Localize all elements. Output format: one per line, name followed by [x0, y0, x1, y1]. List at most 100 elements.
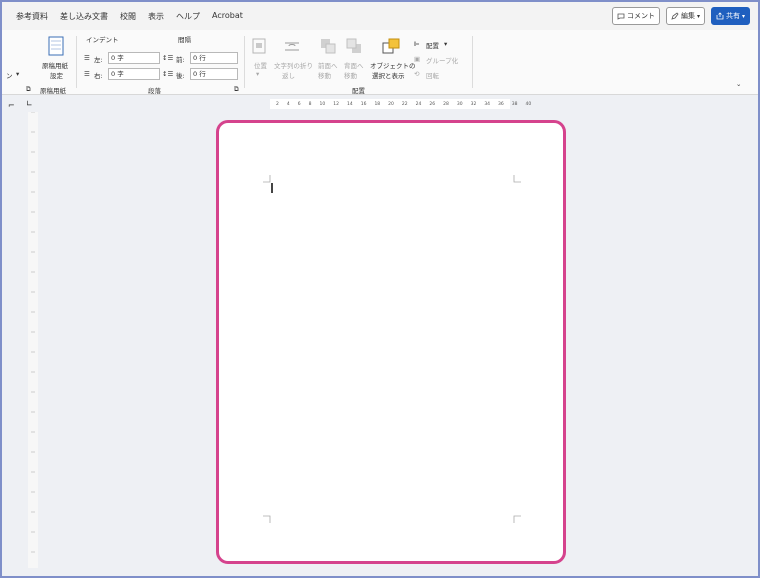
wrap-text-label-line1: 文字列の折り [274, 62, 313, 70]
ruler-tick: 20 [388, 101, 394, 107]
selection-pane-label-line2: 選択と表示 [372, 72, 405, 80]
indent-right-label: 右: [94, 72, 103, 80]
send-backward-icon [346, 38, 361, 53]
align-icon: ⊫ [414, 40, 420, 48]
tab-view[interactable]: 表示 [148, 11, 164, 22]
wrap-text-label-line2: 返し [282, 72, 295, 80]
group-icon: ▣ [414, 55, 421, 63]
wrap-text-button[interactable] [284, 38, 300, 57]
document-page[interactable] [216, 120, 566, 564]
horizontal-ruler[interactable]: 2 4 6 8 10 12 14 16 18 20 22 24 26 28 30… [270, 99, 531, 109]
tab-review[interactable]: 校閲 [120, 11, 136, 22]
position-label: 位置 [254, 62, 267, 70]
margin-corner-bottom-right [513, 515, 521, 523]
comment-label: コメント [626, 12, 655, 20]
chevron-down-icon: ▾ [444, 40, 448, 48]
bring-forward-label-line1: 前面へ [318, 62, 338, 70]
selection-pane-button[interactable] [382, 38, 400, 58]
spacing-before-icon: ↕☰ [162, 54, 174, 62]
ruler-tick: 30 [456, 101, 463, 107]
comment-icon [617, 13, 625, 20]
vertical-ruler[interactable] [28, 111, 38, 568]
indent-header: インデント [86, 36, 119, 44]
ruler-tick: 4 [286, 101, 290, 107]
spacing-after-icon: ↕☰ [162, 70, 174, 78]
pencil-icon [671, 12, 679, 20]
ruler-tick: 24 [415, 101, 422, 107]
spacing-before-input[interactable]: 0 行 [190, 52, 238, 64]
rotate-label[interactable]: 回転 [426, 70, 439, 80]
chevron-down-icon: ▾ [696, 12, 700, 20]
ribbon-cut-label: ン [6, 72, 13, 80]
bring-forward-button[interactable] [320, 38, 336, 58]
divider [244, 36, 245, 88]
genko-label-line1: 原稿用紙 [42, 62, 68, 70]
send-backward-button[interactable] [346, 38, 362, 58]
position-button[interactable] [252, 38, 266, 58]
edit-button[interactable]: 編集 ▾ [665, 7, 705, 25]
ruler-tick: 12 [333, 101, 339, 107]
bring-forward-icon [321, 39, 336, 54]
ruler-tick: 36 [498, 101, 504, 107]
ruler-corner-icon: ∟ [26, 99, 33, 108]
indent-right-input[interactable]: 0 字 [108, 68, 160, 80]
genko-group-label: 原稿用紙 [40, 87, 66, 95]
position-icon [252, 38, 266, 54]
vertical-ruler-ticks [31, 111, 35, 553]
tab-references[interactable]: 参考資料 [16, 11, 48, 22]
ruler-tick: 18 [374, 101, 381, 107]
genko-paper-button[interactable] [48, 36, 64, 60]
tab-stop-icon[interactable]: ⌐ [8, 101, 15, 110]
launcher-icon[interactable]: ⧉ [234, 85, 239, 94]
launcher-icon[interactable]: ⧉ [26, 85, 31, 94]
ribbon: ン ▾ 原稿用紙 設定 ⧉ 原稿用紙 インデント ☰ 左: 0 字 ☰ 右: 0… [2, 30, 758, 95]
chevron-down-icon: ▾ [741, 12, 745, 20]
ruler-tick: 22 [401, 101, 408, 107]
indent-left-input[interactable]: 0 字 [108, 52, 160, 64]
indent-left-icon: ☰ [84, 54, 90, 62]
menu-tabs: 参考資料 差し込み文書 校閲 表示 ヘルプ Acrobat [16, 11, 243, 22]
spacing-before-label: 前: [176, 56, 185, 64]
share-label: 共有 [725, 12, 740, 20]
app-window: 参考資料 差し込み文書 校閲 表示 ヘルプ Acrobat コメント 編集 ▾ … [0, 0, 760, 578]
spacing-after-input[interactable]: 0 行 [190, 68, 238, 80]
group-label[interactable]: グループ化 [426, 55, 458, 65]
top-buttons: コメント 編集 ▾ 共有 ▾ [611, 7, 750, 25]
ruler-tick: 16 [360, 101, 367, 107]
comment-button[interactable]: コメント [611, 7, 660, 25]
ruler-tick: 14 [346, 101, 353, 107]
align-label[interactable]: 配置 [426, 40, 439, 50]
divider [472, 36, 473, 88]
margin-corner-top-right [513, 175, 521, 183]
menu-bar: 参考資料 差し込み文書 校閲 表示 ヘルプ Acrobat コメント 編集 ▾ … [2, 2, 758, 30]
ruler-tick: 10 [319, 101, 326, 107]
chevron-down-icon: ▾ [256, 70, 260, 78]
document-grid-icon [48, 36, 64, 56]
send-backward-label-line1: 背面へ [344, 62, 364, 70]
spacing-after-label: 後: [176, 72, 185, 80]
ruler-tick: 26 [429, 101, 436, 107]
divider [76, 36, 77, 88]
tab-acrobat[interactable]: Acrobat [212, 11, 243, 22]
ruler-tick: 6 [297, 101, 301, 107]
bring-forward-label-line2: 移動 [318, 72, 331, 80]
chevron-down-icon: ▾ [16, 70, 20, 78]
margin-corner-top-left [263, 175, 271, 183]
margin-corner-bottom-left [263, 515, 271, 523]
ruler-tick: 8 [308, 101, 312, 107]
arrange-group-label: 配置 [352, 87, 365, 95]
collapse-ribbon-icon[interactable]: ⌄ [736, 80, 741, 88]
tab-mailings[interactable]: 差し込み文書 [60, 11, 108, 22]
genko-label-line2: 設定 [50, 72, 63, 80]
indent-right-icon: ☰ [84, 70, 90, 78]
ruler-tick: 34 [484, 101, 491, 107]
text-cursor [271, 183, 273, 193]
rotate-icon: ⟲ [414, 70, 420, 78]
tab-help[interactable]: ヘルプ [176, 11, 200, 22]
edit-label: 編集 [680, 12, 695, 20]
selection-pane-label-line1: オブジェクトの [370, 62, 416, 70]
share-button[interactable]: 共有 ▾ [710, 7, 750, 25]
ruler-tick: 40 [525, 101, 532, 107]
paragraph-group-label: 段落 [148, 87, 161, 95]
send-backward-label-line2: 移動 [344, 72, 357, 80]
